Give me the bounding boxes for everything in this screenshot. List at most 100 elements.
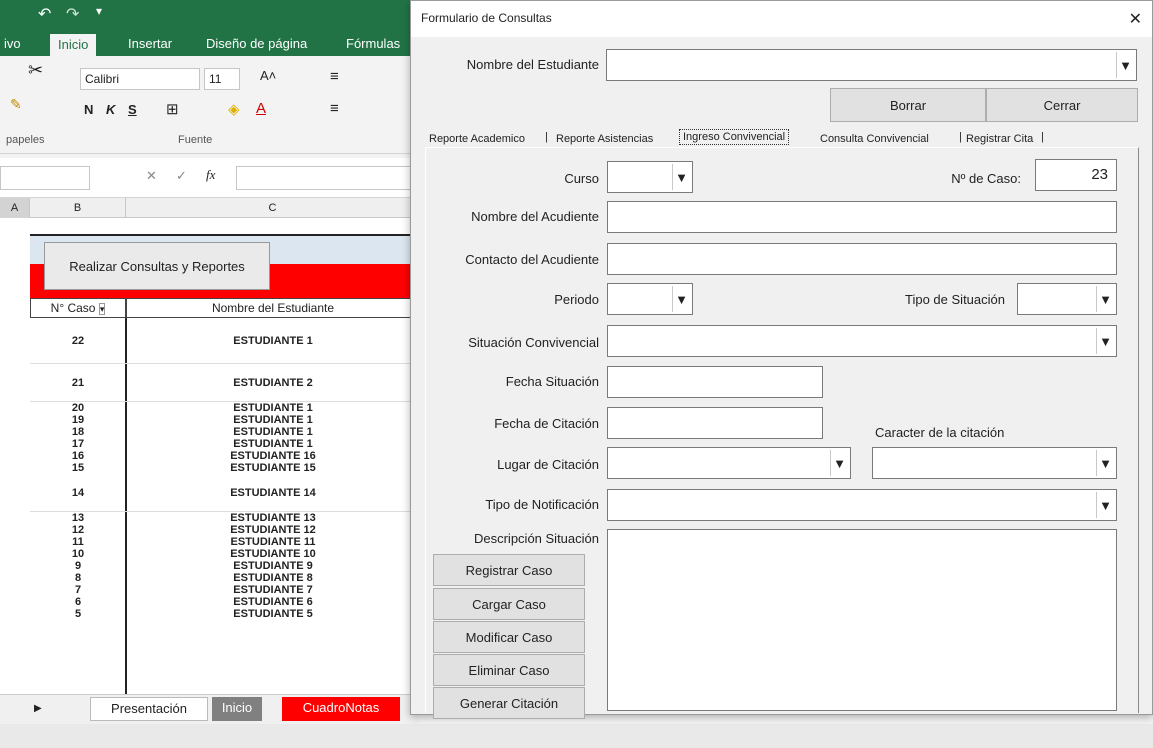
table-row[interactable]: 9 ESTUDIANTE 9: [30, 560, 420, 572]
periodo-select[interactable]: ▼: [607, 283, 693, 315]
increase-font-icon[interactable]: A˄: [260, 68, 276, 83]
caso-field[interactable]: 23: [1035, 159, 1117, 191]
caso-cell[interactable]: 21: [30, 377, 126, 389]
nombre-cell[interactable]: ESTUDIANTE 1: [126, 402, 420, 414]
nombre-cell[interactable]: ESTUDIANTE 5: [126, 608, 420, 620]
ribbon-tab-formulas[interactable]: Fórmulas: [346, 36, 400, 51]
bold-icon[interactable]: N: [84, 102, 93, 117]
function-icon[interactable]: fx: [206, 167, 215, 183]
close-icon[interactable]: ✕: [1129, 9, 1142, 29]
tab-cuadronotas[interactable]: CuadroNotas: [282, 697, 400, 721]
table-row[interactable]: 8 ESTUDIANTE 8: [30, 572, 420, 584]
table-row[interactable]: 10 ESTUDIANTE 10: [30, 548, 420, 560]
tab-registrar-cita[interactable]: Registrar Cita: [966, 133, 1033, 145]
font-size-select[interactable]: 11: [204, 68, 240, 90]
ribbon-tab-insertar[interactable]: Insertar: [128, 36, 172, 51]
caso-cell[interactable]: 19: [30, 414, 126, 426]
fecha-citacion-field[interactable]: [607, 407, 823, 439]
nombre-cell[interactable]: ESTUDIANTE 16: [126, 450, 420, 462]
formula-input[interactable]: [236, 166, 420, 190]
caso-cell[interactable]: 16: [30, 450, 126, 462]
table-row[interactable]: 18 ESTUDIANTE 1: [30, 426, 420, 438]
modificar-caso-button[interactable]: Modificar Caso: [433, 621, 585, 653]
cut-icon[interactable]: ✂: [28, 60, 43, 81]
table-row[interactable]: 16 ESTUDIANTE 16: [30, 450, 420, 462]
fecha-situacion-field[interactable]: [607, 366, 823, 398]
chevron-down-icon[interactable]: ▼: [830, 450, 848, 476]
chevron-down-icon[interactable]: ▼: [1096, 328, 1114, 354]
ribbon-tab-inicio[interactable]: Inicio: [50, 34, 97, 58]
ribbon-tab-archivo[interactable]: ivo: [4, 36, 21, 51]
nombre-cell[interactable]: ESTUDIANTE 8: [126, 572, 420, 584]
table-row[interactable]: 5 ESTUDIANTE 5: [30, 608, 420, 620]
nombre-cell[interactable]: ESTUDIANTE 6: [126, 596, 420, 608]
nombre-cell[interactable]: ESTUDIANTE 10: [126, 548, 420, 560]
tab-consulta-convivencial[interactable]: Consulta Convivencial: [820, 133, 929, 145]
generar-citacion-button[interactable]: Generar Citación: [433, 687, 585, 719]
cancel-formula-icon[interactable]: ✕: [146, 168, 157, 184]
table-row[interactable]: 14 ESTUDIANTE 14: [30, 474, 420, 512]
chevron-down-icon[interactable]: ▼: [1116, 52, 1134, 78]
chevron-down-icon[interactable]: ▼: [1096, 286, 1114, 312]
borrar-button[interactable]: Borrar: [830, 88, 986, 122]
cerrar-button[interactable]: Cerrar: [986, 88, 1138, 122]
registrar-caso-button[interactable]: Registrar Caso: [433, 554, 585, 586]
italic-icon[interactable]: K: [106, 102, 115, 117]
nombre-cell[interactable]: ESTUDIANTE 12: [126, 524, 420, 536]
caso-cell[interactable]: 7: [30, 584, 126, 596]
chevron-down-icon[interactable]: ▼: [1096, 492, 1114, 518]
tab-reporte-asistencias[interactable]: Reporte Asistencias: [556, 133, 653, 145]
table-row[interactable]: 15 ESTUDIANTE 15: [30, 462, 420, 474]
nombre-cell[interactable]: ESTUDIANTE 2: [126, 377, 420, 389]
caso-cell[interactable]: 22: [30, 335, 126, 347]
nombre-cell[interactable]: ESTUDIANTE 1: [126, 438, 420, 450]
nombre-cell[interactable]: ESTUDIANTE 7: [126, 584, 420, 596]
caso-cell[interactable]: 20: [30, 402, 126, 414]
table-row[interactable]: 13 ESTUDIANTE 13: [30, 512, 420, 524]
column-header-b[interactable]: B: [30, 198, 126, 218]
lugar-select[interactable]: ▼: [607, 447, 851, 479]
format-painter-icon[interactable]: ✎: [10, 96, 22, 113]
redo-icon[interactable]: ↷: [66, 4, 79, 24]
contacto-field[interactable]: [607, 243, 1117, 275]
caso-cell[interactable]: 9: [30, 560, 126, 572]
ribbon-tab-diseno[interactable]: Diseño de página: [206, 36, 307, 51]
name-box[interactable]: [0, 166, 90, 190]
filter-dropdown-icon[interactable]: ▾: [98, 303, 106, 315]
table-row[interactable]: 6 ESTUDIANTE 6: [30, 596, 420, 608]
descripcion-field[interactable]: [607, 529, 1117, 711]
fill-color-icon[interactable]: ◈: [228, 100, 240, 118]
caso-cell[interactable]: 14: [30, 487, 126, 499]
caso-cell[interactable]: 6: [30, 596, 126, 608]
realizar-consultas-button[interactable]: Realizar Consultas y Reportes: [44, 242, 270, 290]
caracter-select[interactable]: ▼: [872, 447, 1117, 479]
table-row[interactable]: 7 ESTUDIANTE 7: [30, 584, 420, 596]
nombre-cell[interactable]: ESTUDIANTE 14: [126, 487, 420, 499]
student-select[interactable]: ▼: [606, 49, 1137, 81]
notificacion-select[interactable]: ▼: [607, 489, 1117, 521]
table-row[interactable]: 20 ESTUDIANTE 1: [30, 402, 420, 414]
undo-icon[interactable]: ↶: [38, 4, 51, 24]
nombre-cell[interactable]: ESTUDIANTE 1: [126, 335, 420, 347]
caso-cell[interactable]: 13: [30, 512, 126, 524]
caso-cell[interactable]: 17: [30, 438, 126, 450]
quick-access-icon[interactable]: ▾: [96, 4, 102, 18]
tab-reporte-academico[interactable]: Reporte Academico: [429, 133, 525, 145]
chevron-down-icon[interactable]: ▼: [1096, 450, 1114, 476]
chevron-down-icon[interactable]: ▼: [672, 164, 690, 190]
nombre-cell[interactable]: ESTUDIANTE 15: [126, 462, 420, 474]
nombre-cell[interactable]: ESTUDIANTE 13: [126, 512, 420, 524]
scroll-tabs-icon[interactable]: ▶: [34, 703, 42, 714]
nombre-cell[interactable]: ESTUDIANTE 11: [126, 536, 420, 548]
column-header-a[interactable]: A: [0, 198, 30, 218]
borders-icon[interactable]: ⊞: [166, 100, 179, 118]
table-row[interactable]: 12 ESTUDIANTE 12: [30, 524, 420, 536]
caso-cell[interactable]: 8: [30, 572, 126, 584]
eliminar-caso-button[interactable]: Eliminar Caso: [433, 654, 585, 686]
caso-cell[interactable]: 12: [30, 524, 126, 536]
column-header-c[interactable]: C: [126, 198, 420, 218]
font-name-select[interactable]: Calibri: [80, 68, 200, 90]
acudiente-field[interactable]: [607, 201, 1117, 233]
nombre-cell[interactable]: ESTUDIANTE 1: [126, 414, 420, 426]
align-top-icon[interactable]: ≡: [330, 68, 339, 85]
